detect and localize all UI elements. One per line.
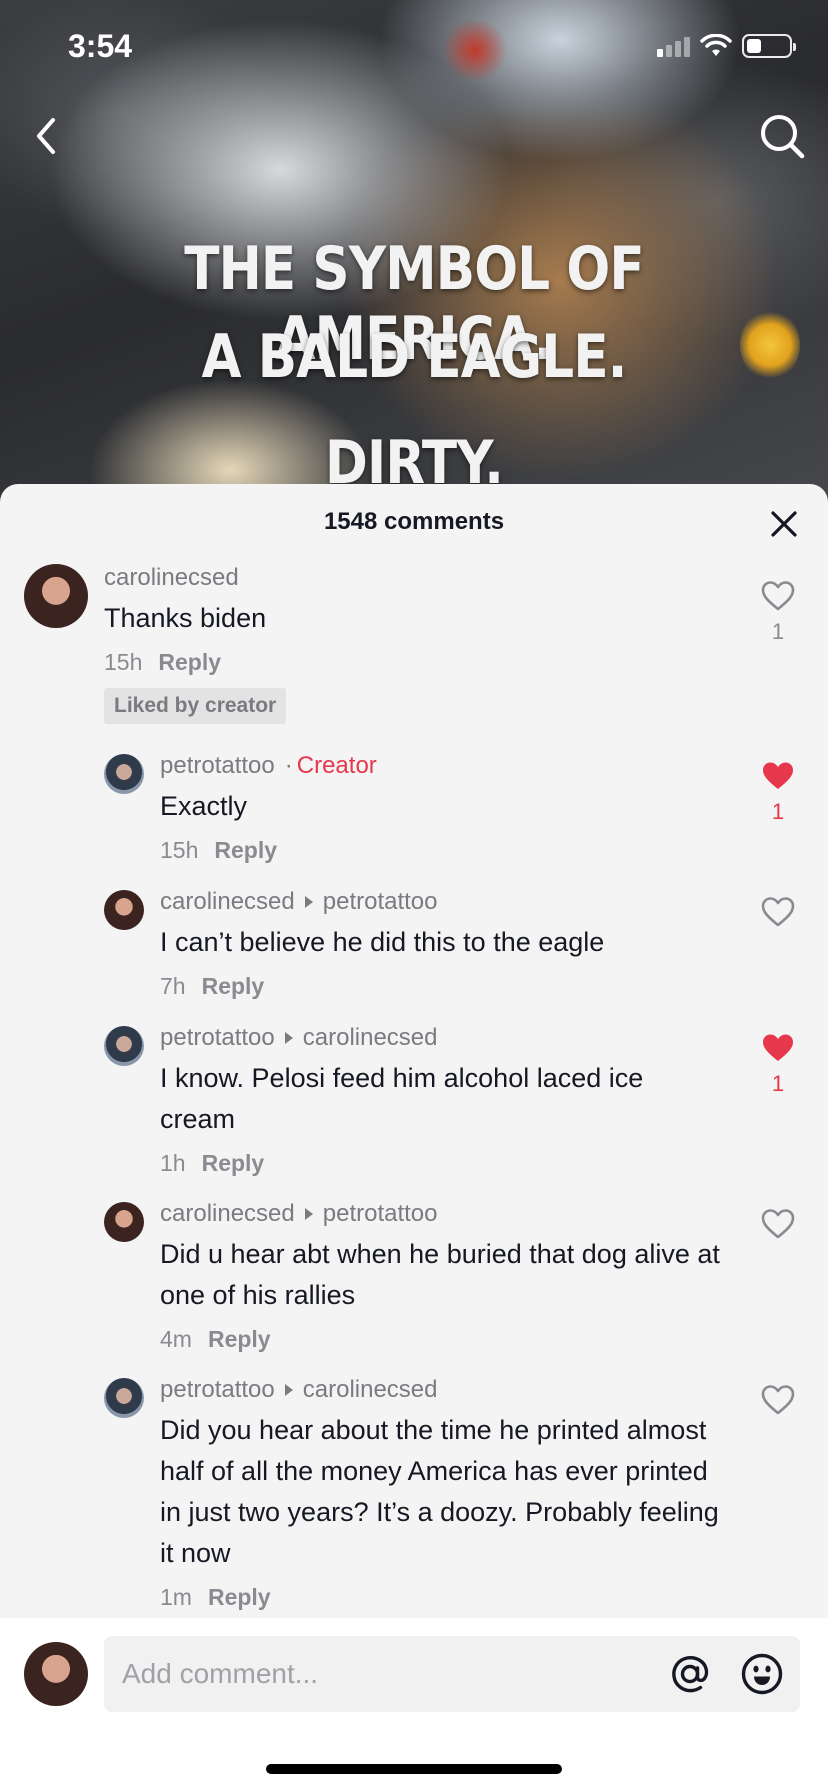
emoji-icon <box>741 1653 783 1695</box>
like-button[interactable]: 1 <box>758 1032 798 1097</box>
reply-button[interactable]: Reply <box>208 1584 271 1611</box>
reply-meta: 7h Reply <box>160 973 720 1000</box>
reply-meta: 4m Reply <box>160 1326 720 1353</box>
reply-arrow-icon <box>284 1032 293 1044</box>
comments-count-title: 1548 comments <box>323 508 505 535</box>
reply-time: 1m <box>160 1584 192 1610</box>
heart-icon <box>761 581 795 611</box>
avatar[interactable] <box>24 564 88 628</box>
avatar[interactable] <box>104 1026 144 1066</box>
username-link[interactable]: carolinecsed <box>160 888 295 916</box>
like-button[interactable]: 1 <box>758 580 798 645</box>
reply-to-username[interactable]: petrotattoo <box>323 888 438 916</box>
close-comments-button[interactable] <box>764 504 804 544</box>
separator-dot: · <box>284 752 293 779</box>
heart-icon <box>761 1385 795 1415</box>
heart-filled-icon <box>763 762 793 789</box>
reply-text: Did you hear about the time he printed a… <box>160 1415 719 1568</box>
emoji-button[interactable] <box>740 1652 784 1696</box>
reply-arrow-icon <box>304 896 313 908</box>
comment-text: Thanks biden <box>104 603 267 633</box>
reply-meta: 15h Reply <box>160 837 720 864</box>
reply-text: Did u hear abt when he buried that dog a… <box>160 1239 720 1310</box>
avatar[interactable] <box>104 890 144 930</box>
comment-input-container[interactable] <box>104 1636 800 1712</box>
reply-time: 7h <box>160 973 186 999</box>
comment-meta: 15h Reply <box>104 649 720 676</box>
status-icons <box>657 34 796 58</box>
avatar[interactable] <box>104 1378 144 1418</box>
like-count: 1 <box>771 799 785 824</box>
username-link[interactable]: carolinecsed <box>160 1200 295 1228</box>
like-count: 1 <box>771 1071 785 1096</box>
reply-button[interactable]: Reply <box>208 1326 271 1353</box>
heart-icon <box>761 897 795 927</box>
wifi-icon <box>700 34 732 56</box>
username-link[interactable]: carolinecsed <box>104 564 239 592</box>
reply-username-row: petrotattoo · Creator <box>160 750 720 782</box>
reply-username-row: petrotattoo carolinecsed <box>160 1022 720 1054</box>
comments-header: 1548 comments <box>0 484 828 562</box>
reply-text: Exactly <box>160 791 248 821</box>
reply-time: 15h <box>160 837 199 863</box>
video-detail-red <box>440 20 510 80</box>
battery-icon <box>742 34 796 58</box>
username-link[interactable]: petrotattoo <box>160 1376 275 1404</box>
like-button[interactable] <box>758 1208 798 1245</box>
username-link[interactable]: petrotattoo <box>160 752 275 780</box>
close-icon <box>771 511 797 537</box>
comment-input[interactable] <box>122 1636 642 1712</box>
heart-filled-icon <box>763 1034 793 1061</box>
current-user-avatar <box>24 1642 88 1706</box>
like-button[interactable] <box>758 1384 798 1421</box>
cellular-signal-icon <box>657 35 690 57</box>
mention-button[interactable] <box>668 1652 712 1696</box>
liked-by-creator-badge: Liked by creator <box>104 688 287 724</box>
comment-time: 15h <box>104 649 143 675</box>
reply-text: I know. Pelosi feed him alcohol laced ic… <box>160 1063 644 1134</box>
comment-input-bar <box>0 1618 828 1792</box>
reply-username-row: petrotattoo carolinecsed <box>160 1374 720 1406</box>
reply-time: 1h <box>160 1150 186 1176</box>
creator-tag: Creator <box>296 752 377 779</box>
like-button[interactable] <box>758 896 798 933</box>
reply-to-username[interactable]: carolinecsed <box>303 1376 438 1404</box>
status-time: 3:54 <box>68 28 133 64</box>
back-icon <box>37 118 55 154</box>
search-button[interactable] <box>754 108 810 164</box>
reply-meta: 1m Reply <box>160 1584 720 1611</box>
reply-time: 4m <box>160 1326 192 1352</box>
reply-button[interactable]: Reply <box>158 649 221 676</box>
avatar[interactable] <box>104 1202 144 1242</box>
search-icon <box>761 115 805 159</box>
video-background[interactable]: THE SYMBOL OF AMERICA. A BALD EAGLE. DIR… <box>0 0 828 500</box>
reply-arrow-icon <box>304 1208 313 1220</box>
reply-text: I can’t believe he did this to the eagle <box>160 927 605 957</box>
reply-arrow-icon <box>284 1384 293 1396</box>
like-button[interactable]: 1 <box>758 760 798 825</box>
heart-icon <box>761 1209 795 1239</box>
like-count: 1 <box>771 619 785 644</box>
comments-sheet: 1548 comments carolinecsed Thanks biden … <box>0 484 828 1792</box>
reply-to-username[interactable]: petrotattoo <box>323 1200 438 1228</box>
reply-username-row: carolinecsed petrotattoo <box>160 886 720 918</box>
home-indicator <box>266 1764 562 1774</box>
reply-to-username[interactable]: carolinecsed <box>303 1024 438 1052</box>
reply-button[interactable]: Reply <box>214 837 277 864</box>
at-icon <box>672 1655 709 1693</box>
reply-button[interactable]: Reply <box>202 973 265 1000</box>
reply-button[interactable]: Reply <box>202 1150 265 1177</box>
reply-meta: 1h Reply <box>160 1150 720 1177</box>
username-link[interactable]: petrotattoo <box>160 1024 275 1052</box>
comment-username[interactable]: carolinecsed <box>104 562 720 594</box>
back-button[interactable] <box>18 108 74 164</box>
comment-item: carolinecsed Thanks biden 15h Reply Like… <box>0 562 828 732</box>
video-overlay-line-2: A BALD EAGLE. <box>201 322 628 392</box>
reply-username-row: carolinecsed petrotattoo <box>160 1198 720 1230</box>
avatar[interactable] <box>104 754 144 794</box>
